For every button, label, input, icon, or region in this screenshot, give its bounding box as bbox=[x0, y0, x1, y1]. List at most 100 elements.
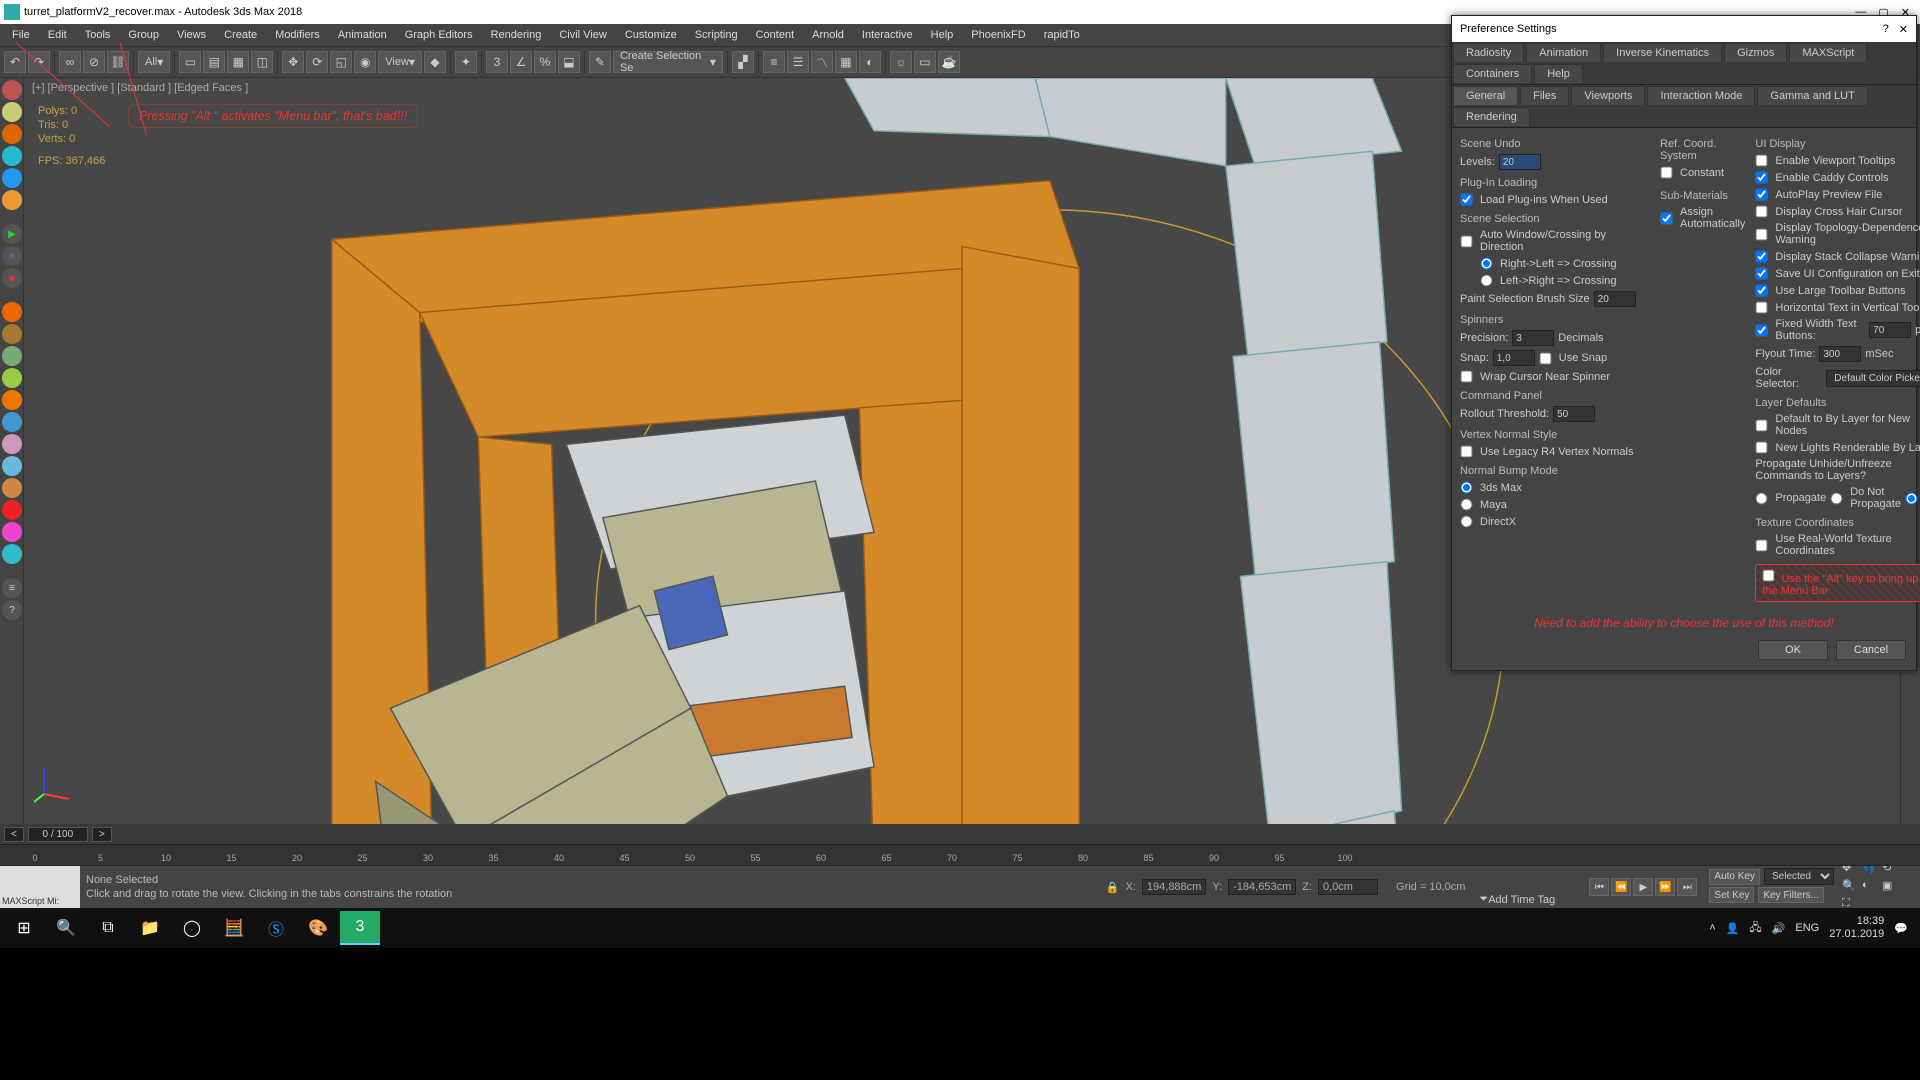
time-slider[interactable]: < 0 / 100 > bbox=[0, 824, 1920, 844]
rad-propagate[interactable] bbox=[1756, 492, 1768, 504]
next-frame-button[interactable]: ⏩ bbox=[1655, 878, 1675, 896]
left-btn-2[interactable] bbox=[2, 102, 22, 122]
mirror-button[interactable]: ▞ bbox=[732, 51, 754, 73]
tab-files[interactable]: Files bbox=[1520, 86, 1569, 105]
left-btn-3[interactable] bbox=[2, 124, 22, 144]
help-icon[interactable]: ? bbox=[2, 600, 22, 620]
menu-scripting[interactable]: Scripting bbox=[687, 27, 746, 43]
ok-button[interactable]: OK bbox=[1758, 640, 1828, 660]
tab-maxscript[interactable]: MAXScript bbox=[1789, 43, 1867, 62]
time-slider-frame[interactable]: 0 / 100 bbox=[28, 827, 88, 842]
tray-clock[interactable]: 18:39 27.01.2019 bbox=[1829, 915, 1884, 941]
tab-interaction[interactable]: Interaction Mode bbox=[1647, 86, 1755, 105]
chk-newlights[interactable] bbox=[1756, 442, 1768, 454]
tray-lang[interactable]: ENG bbox=[1795, 922, 1819, 934]
place-button[interactable]: ◉ bbox=[354, 51, 376, 73]
named-selset-button[interactable]: ✎ bbox=[589, 51, 611, 73]
chk-autoplay[interactable] bbox=[1756, 189, 1768, 201]
tab-ik[interactable]: Inverse Kinematics bbox=[1603, 43, 1722, 62]
left-btn-8[interactable] bbox=[2, 324, 22, 344]
select-button[interactable]: ▭ bbox=[179, 51, 201, 73]
pause-icon[interactable]: ⏸ bbox=[2, 246, 22, 266]
chk-legacy[interactable] bbox=[1461, 446, 1473, 458]
menu-phoenixfd[interactable]: PhoenixFD bbox=[963, 27, 1033, 43]
menu-edit[interactable]: Edit bbox=[40, 27, 75, 43]
material-editor-button[interactable]: ◐ bbox=[859, 51, 881, 73]
snap-spinner[interactable] bbox=[1493, 350, 1535, 366]
left-btn-6[interactable] bbox=[2, 190, 22, 210]
menu-rendering[interactable]: Rendering bbox=[483, 27, 550, 43]
left-btn-1[interactable] bbox=[2, 80, 22, 100]
filter-all[interactable]: All ▾ bbox=[138, 51, 170, 73]
chk-auto-window[interactable] bbox=[1461, 235, 1473, 247]
coord-z[interactable]: 0,0cm bbox=[1318, 879, 1378, 895]
percent-snap-button[interactable]: % bbox=[534, 51, 556, 73]
left-btn-15[interactable] bbox=[2, 478, 22, 498]
menu-create[interactable]: Create bbox=[216, 27, 265, 43]
left-btn-18[interactable] bbox=[2, 544, 22, 564]
paint-icon[interactable]: 🎨 bbox=[298, 911, 338, 945]
precision-spinner[interactable] bbox=[1512, 330, 1554, 346]
windows-taskbar[interactable]: ⊞ 🔍 ⧉ 📁 ◯ 🧮 Ⓢ 🎨 3 ˄ 👤 🖧 🔊 ENG 18:39 27.0… bbox=[0, 908, 1920, 948]
left-btn-4[interactable] bbox=[2, 146, 22, 166]
menu-tools[interactable]: Tools bbox=[77, 27, 119, 43]
nav-max-button[interactable]: ⛶ bbox=[1842, 897, 1860, 913]
maxscript-mini[interactable]: MAXScript Mi: bbox=[0, 866, 80, 908]
snap-button[interactable]: 3 bbox=[486, 51, 508, 73]
dialog-help-button[interactable]: ? bbox=[1883, 23, 1889, 36]
rad-3dsmax[interactable] bbox=[1461, 482, 1473, 494]
chk-saveui[interactable] bbox=[1756, 268, 1768, 280]
coord-x[interactable]: 194,888cm bbox=[1142, 879, 1206, 895]
coord-y[interactable]: -184,653cm bbox=[1228, 879, 1296, 895]
menu-civilview[interactable]: Civil View bbox=[551, 27, 614, 43]
tray-volume-icon[interactable]: 🔊 bbox=[1772, 922, 1786, 935]
unlink-button[interactable]: ⊘ bbox=[83, 51, 105, 73]
menu-rapidto[interactable]: rapidTo bbox=[1036, 27, 1088, 43]
stop-icon[interactable]: ■ bbox=[2, 268, 22, 288]
left-btn-5[interactable] bbox=[2, 168, 22, 188]
chk-crosshair[interactable] bbox=[1756, 206, 1768, 218]
pivot-button[interactable]: ◆ bbox=[424, 51, 446, 73]
chk-wrap[interactable] bbox=[1461, 371, 1473, 383]
start-button[interactable]: ⊞ bbox=[4, 911, 44, 945]
render-setup-button[interactable]: ☼ bbox=[890, 51, 912, 73]
chk-tooltips[interactable] bbox=[1756, 155, 1768, 167]
rad-rl[interactable] bbox=[1481, 258, 1493, 270]
menu-customize[interactable]: Customize bbox=[617, 27, 685, 43]
time-slider-prev[interactable]: < bbox=[4, 827, 24, 842]
left-btn-7[interactable] bbox=[2, 302, 22, 322]
left-btn-16[interactable] bbox=[2, 500, 22, 520]
dialog-title-bar[interactable]: Preference Settings ? ✕ bbox=[1452, 16, 1916, 42]
tab-containers[interactable]: Containers bbox=[1453, 64, 1532, 83]
flyout-spinner[interactable] bbox=[1819, 346, 1861, 362]
brush-spinner[interactable] bbox=[1594, 291, 1636, 307]
menu-grapheditors[interactable]: Graph Editors bbox=[397, 27, 481, 43]
tray-network-icon[interactable]: 🖧 bbox=[1749, 919, 1761, 938]
tab-animation[interactable]: Animation bbox=[1526, 43, 1601, 62]
menu-content[interactable]: Content bbox=[748, 27, 803, 43]
play-icon[interactable]: ▶ bbox=[2, 224, 22, 244]
3dsmax-taskbar-icon[interactable]: 3 bbox=[340, 911, 380, 945]
key-mode-combo[interactable]: Selected bbox=[1764, 868, 1834, 885]
script-icon[interactable]: ≡ bbox=[2, 578, 22, 598]
link-button[interactable]: ∞ bbox=[59, 51, 81, 73]
fixedw-spinner[interactable] bbox=[1869, 322, 1911, 338]
angle-snap-button[interactable]: ∠ bbox=[510, 51, 532, 73]
select-name-button[interactable]: ▤ bbox=[203, 51, 225, 73]
chk-load-plugins[interactable] bbox=[1461, 194, 1473, 206]
tab-gizmos[interactable]: Gizmos bbox=[1724, 43, 1787, 62]
tab-help[interactable]: Help bbox=[1534, 64, 1583, 83]
layers-button[interactable]: ☰ bbox=[787, 51, 809, 73]
menu-modifiers[interactable]: Modifiers bbox=[267, 27, 328, 43]
left-btn-10[interactable] bbox=[2, 368, 22, 388]
skype-icon[interactable]: Ⓢ bbox=[256, 911, 296, 945]
rad-directx[interactable] bbox=[1461, 516, 1473, 528]
autokey-button[interactable]: Auto Key bbox=[1709, 869, 1760, 885]
chk-alt-menu[interactable] bbox=[1763, 570, 1775, 582]
undo-button[interactable]: ↶ bbox=[4, 51, 26, 73]
levels-spinner[interactable] bbox=[1499, 154, 1541, 170]
keyfilters-button[interactable]: Key Filters... bbox=[1758, 887, 1824, 903]
tab-general[interactable]: General bbox=[1453, 86, 1518, 105]
color-selector-combo[interactable]: Default Color Picker bbox=[1826, 370, 1920, 387]
calculator-icon[interactable]: 🧮 bbox=[214, 911, 254, 945]
